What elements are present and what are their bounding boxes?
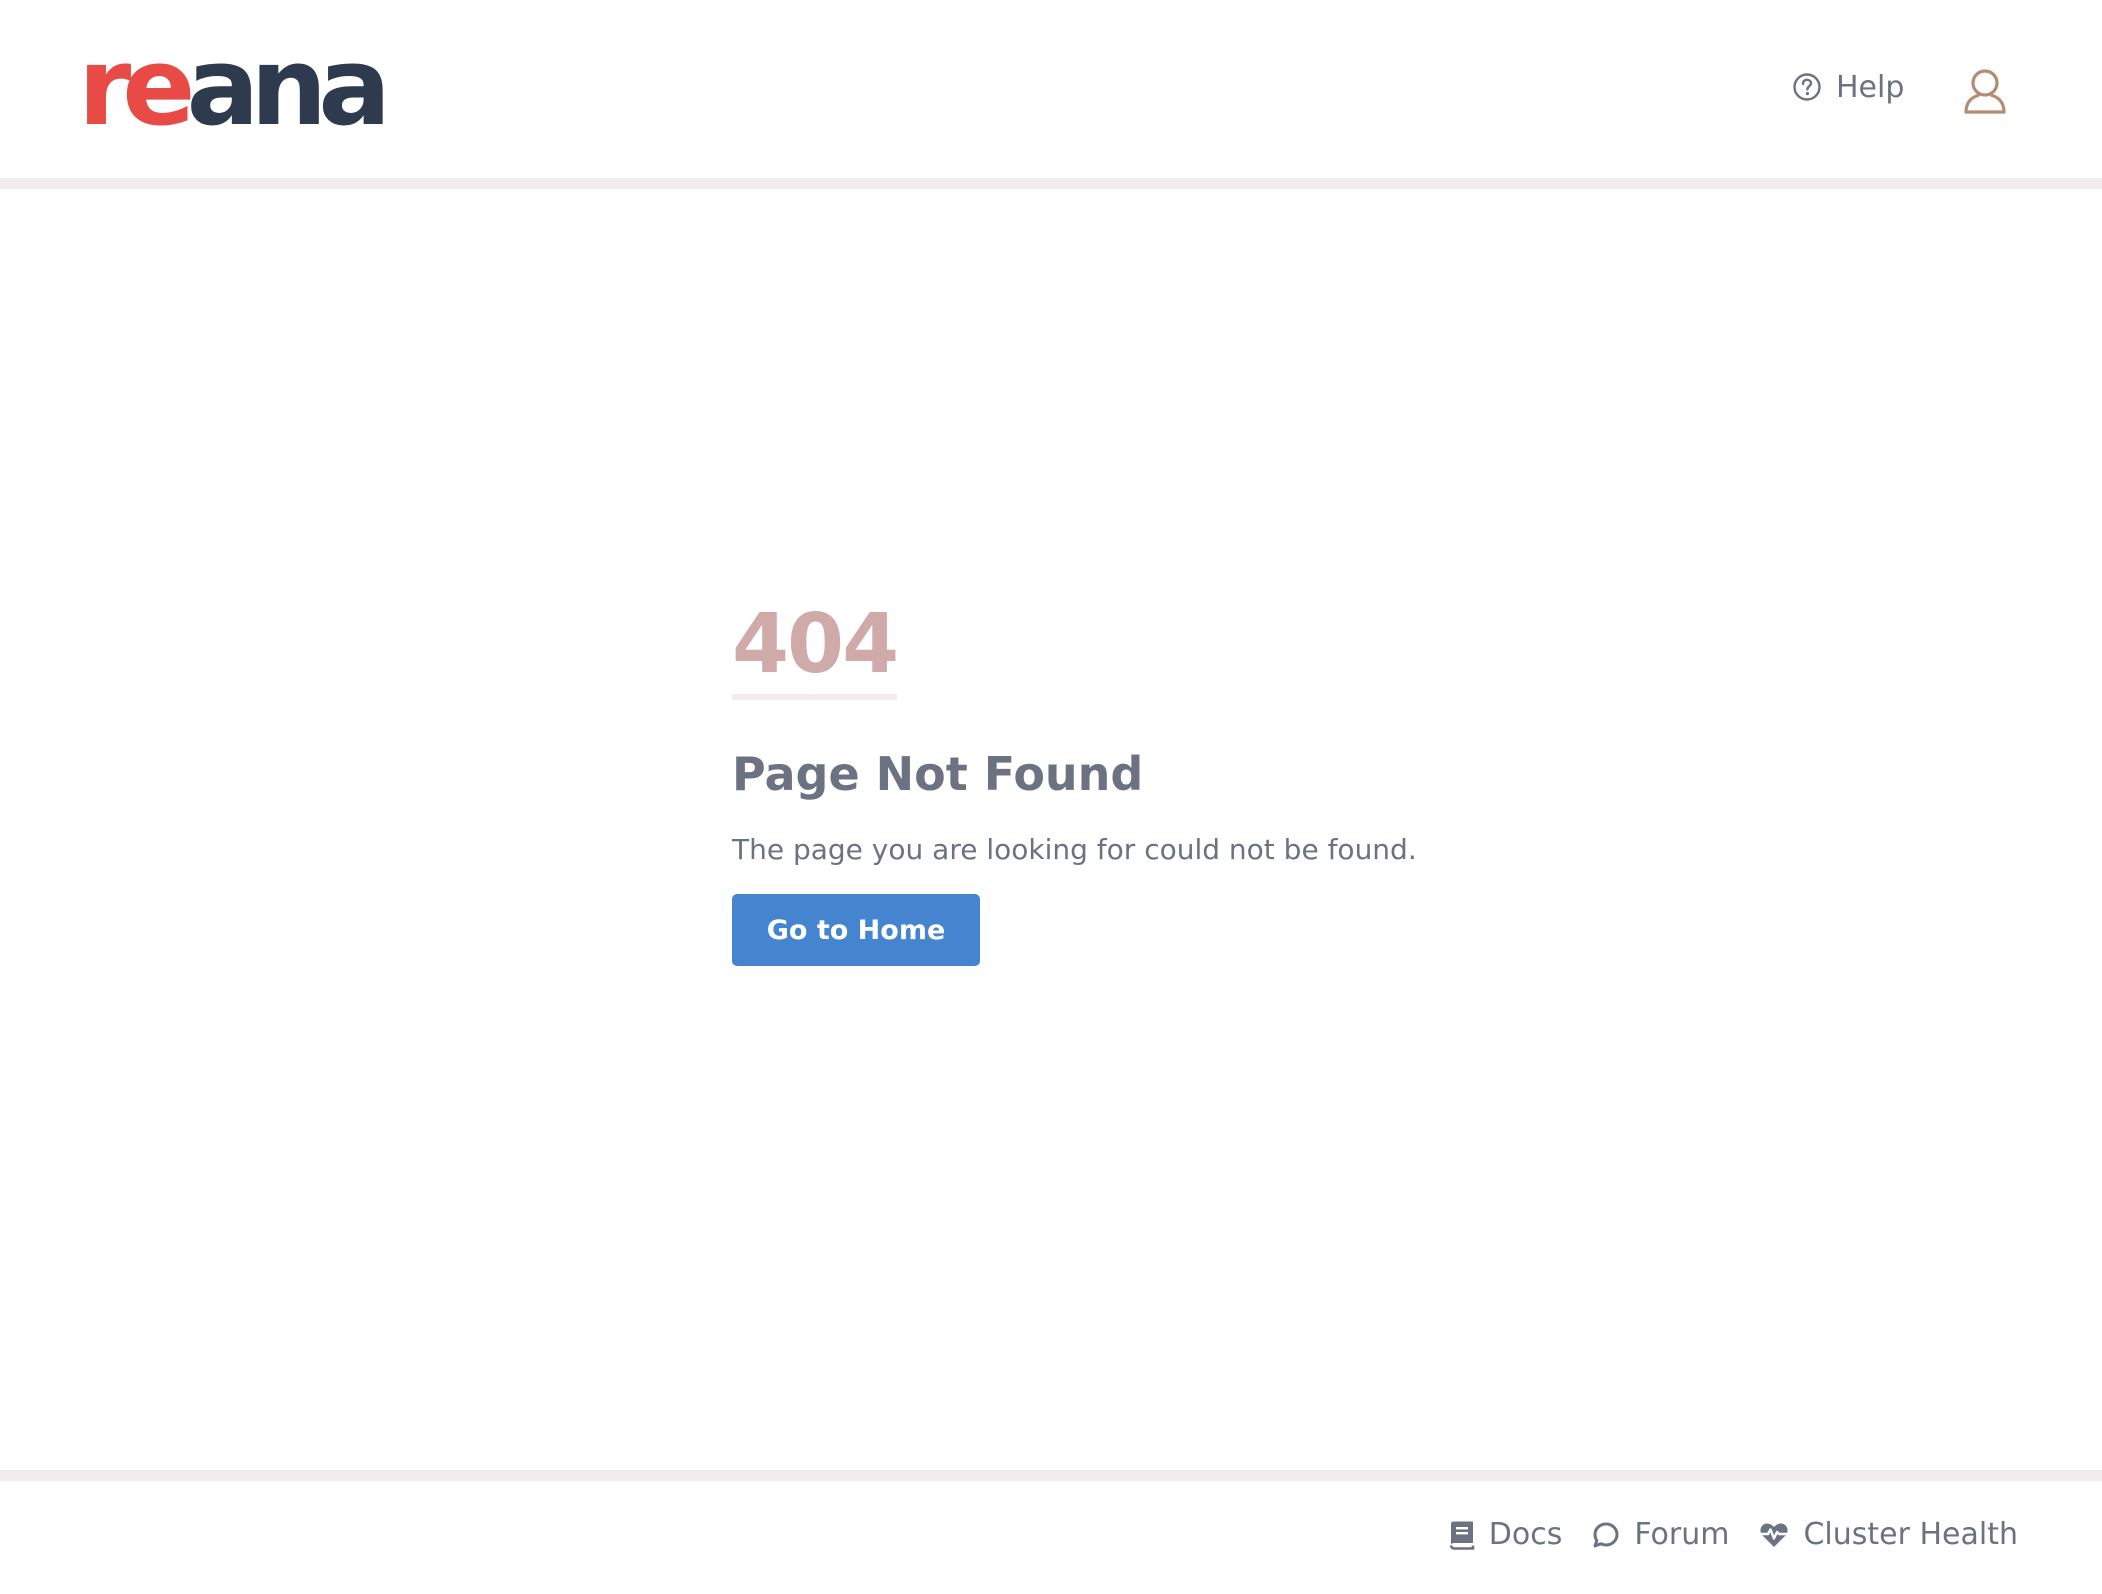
question-circle-icon xyxy=(1792,72,1822,102)
book-icon xyxy=(1449,1520,1475,1550)
page-title: Page Not Found xyxy=(732,747,1144,801)
error-message: The page you are looking for could not b… xyxy=(732,833,1417,866)
footer-link-cluster-health-label: Cluster Health xyxy=(1803,1517,2018,1552)
footer-link-docs-label: Docs xyxy=(1488,1517,1563,1552)
go-to-home-button[interactable]: Go to Home xyxy=(732,894,980,966)
not-found-content: 404 Page Not Found The page you are look… xyxy=(732,600,1532,966)
footer-divider xyxy=(0,1470,2102,1481)
footer-links: Docs Forum Cluster Health xyxy=(1449,1517,2018,1552)
chat-bubble-icon xyxy=(1592,1521,1620,1549)
header-divider xyxy=(0,178,2102,189)
footer-link-docs[interactable]: Docs xyxy=(1449,1517,1563,1552)
header: reana Help xyxy=(0,0,2102,178)
footer-link-forum[interactable]: Forum xyxy=(1592,1517,1729,1552)
page: reana Help 404 Page Not Found The page y… xyxy=(0,0,2102,1594)
footer-link-cluster-health[interactable]: Cluster Health xyxy=(1759,1517,2018,1552)
footer: Docs Forum Cluster Health xyxy=(0,1481,2102,1594)
error-code: 404 xyxy=(732,600,899,700)
footer-link-forum-label: Forum xyxy=(1634,1517,1730,1552)
heart-pulse-icon xyxy=(1759,1521,1790,1549)
user-icon[interactable] xyxy=(1962,66,2008,116)
reana-logo[interactable]: reana xyxy=(78,34,391,142)
logo-text-re: re xyxy=(78,25,195,150)
help-link[interactable]: Help xyxy=(1792,66,1904,108)
logo-text-ana: ana xyxy=(186,25,392,150)
help-label: Help xyxy=(1836,69,1905,105)
